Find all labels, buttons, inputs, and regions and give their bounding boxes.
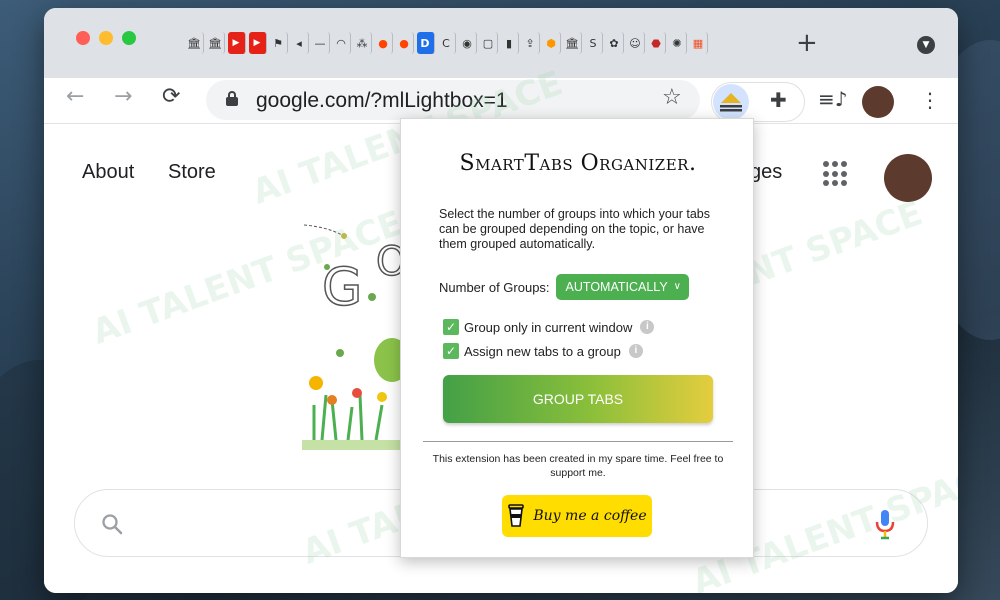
number-of-groups-row: Number of Groups: AUTOMATICALLY ∨: [439, 274, 689, 300]
assign-new-tabs-label: Assign new tabs to a group: [464, 343, 621, 359]
store-link[interactable]: Store: [168, 161, 216, 184]
reddit-icon[interactable]: ●: [396, 32, 414, 54]
smarttabs-icon: [720, 93, 742, 112]
back-button[interactable]: ←: [66, 86, 84, 108]
s-icon[interactable]: S: [585, 32, 603, 54]
current-window-checkbox[interactable]: ✓: [443, 319, 459, 335]
frame-icon[interactable]: ▢: [480, 32, 498, 54]
flag-icon[interactable]: ⚑: [270, 32, 288, 54]
c-icon[interactable]: C: [438, 32, 456, 54]
search-icon: [102, 514, 123, 535]
pattern-icon[interactable]: ⁂: [354, 32, 372, 54]
address-bar[interactable]: google.com/?mlLightbox=1 ☆: [206, 80, 700, 120]
popup-description: Select the number of groups into which y…: [439, 207, 710, 251]
seal-icon[interactable]: ◉: [459, 32, 477, 54]
lock-icon[interactable]: [226, 91, 238, 106]
audio-icon[interactable]: ◂: [291, 32, 309, 54]
bar-icon[interactable]: —: [312, 32, 330, 54]
info-icon[interactable]: i: [640, 320, 655, 334]
number-of-groups-label: Number of Groups:: [439, 279, 550, 295]
book-icon[interactable]: ▮: [501, 32, 519, 54]
rainbow-icon[interactable]: ◠: [333, 32, 351, 54]
about-link[interactable]: About: [82, 161, 134, 184]
openai-icon[interactable]: ✺: [669, 32, 687, 54]
google-apps-icon[interactable]: [823, 161, 849, 187]
shield-icon[interactable]: ⬢: [543, 32, 561, 54]
bookmark-star-icon[interactable]: ☆: [662, 85, 682, 110]
media-queue-icon[interactable]: ≡♪: [818, 87, 848, 111]
bank-icon[interactable]: 🏛: [207, 32, 225, 54]
number-of-groups-select[interactable]: AUTOMATICALLY ∨: [555, 274, 689, 300]
close-window-button[interactable]: [76, 31, 90, 45]
google-doodle[interactable]: G O: [302, 215, 402, 450]
current-window-label: Group only in current window: [464, 319, 633, 335]
zoom-window-button[interactable]: [122, 31, 136, 45]
google-account-avatar[interactable]: [884, 154, 932, 202]
current-window-option[interactable]: ✓ Group only in current window i: [443, 319, 655, 335]
group-tabs-button[interactable]: GROUP TABS: [443, 375, 713, 423]
profile-avatar[interactable]: [862, 86, 894, 118]
portrait-icon[interactable]: ☺: [627, 32, 645, 54]
tab-search-button[interactable]: ▼: [917, 36, 935, 54]
upload-icon[interactable]: ⇪: [522, 32, 540, 54]
buy-me-a-coffee-label: Buy me a coffee: [533, 508, 647, 524]
buy-me-a-coffee-button[interactable]: Buy me a coffee: [502, 495, 652, 537]
tab-strip: 🏛 🏛 ▶ ▶ ⚑ ◂ — ◠ ⁂ ● ● D C ◉ ▢ ▮ ⇪ ⬢ 🏛 S ✿ ☺ ⬣ ✺ ▦ + ▼: [44, 8, 958, 78]
svg-text:O: O: [376, 239, 402, 285]
assign-new-tabs-checkbox[interactable]: ✓: [443, 343, 459, 359]
flower-icon[interactable]: ✿: [606, 32, 624, 54]
youtube-icon[interactable]: ▶: [249, 32, 267, 54]
assign-new-tabs-option[interactable]: ✓ Assign new tabs to a group i: [443, 343, 643, 359]
smarttabs-extension-button[interactable]: [713, 84, 749, 120]
number-of-groups-value: AUTOMATICALLY: [565, 280, 668, 294]
pinned-tabs: 🏛 🏛 ▶ ▶ ⚑ ◂ — ◠ ⁂ ● ● D C ◉ ▢ ▮ ⇪ ⬢ 🏛 S ✿ ☺ ⬣ ✺ ▦: [186, 32, 708, 54]
new-tab-button[interactable]: +: [796, 30, 818, 56]
info-icon[interactable]: i: [628, 344, 643, 358]
coffee-cup-icon: [508, 504, 525, 527]
popup-title: SmartTabs Organizer.: [459, 151, 697, 176]
windows-icon[interactable]: ▦: [690, 32, 708, 54]
url-text[interactable]: google.com/?mlLightbox=1: [256, 89, 508, 113]
forward-button[interactable]: →: [114, 86, 132, 108]
reload-button[interactable]: ⟳: [162, 86, 180, 108]
reddit-icon[interactable]: ●: [375, 32, 393, 54]
bank-icon[interactable]: 🏛: [186, 32, 204, 54]
extensions-puzzle-icon[interactable]: ✚: [770, 88, 787, 112]
crest-icon[interactable]: ⬣: [648, 32, 666, 54]
youtube-icon[interactable]: ▶: [228, 32, 246, 54]
d-icon[interactable]: D: [417, 32, 435, 54]
window-controls: [76, 31, 136, 45]
minimize-window-button[interactable]: [99, 31, 113, 45]
chevron-down-icon: ∨: [673, 281, 681, 292]
bank-icon[interactable]: 🏛: [564, 32, 582, 54]
popup-divider: [423, 441, 733, 442]
browser-menu-icon[interactable]: ⋮: [920, 86, 940, 114]
support-note: This extension has been created in my sp…: [432, 453, 724, 479]
smarttabs-popup: SmartTabs Organizer. Select the number o…: [400, 118, 754, 558]
voice-search-mic-icon[interactable]: [873, 508, 897, 540]
